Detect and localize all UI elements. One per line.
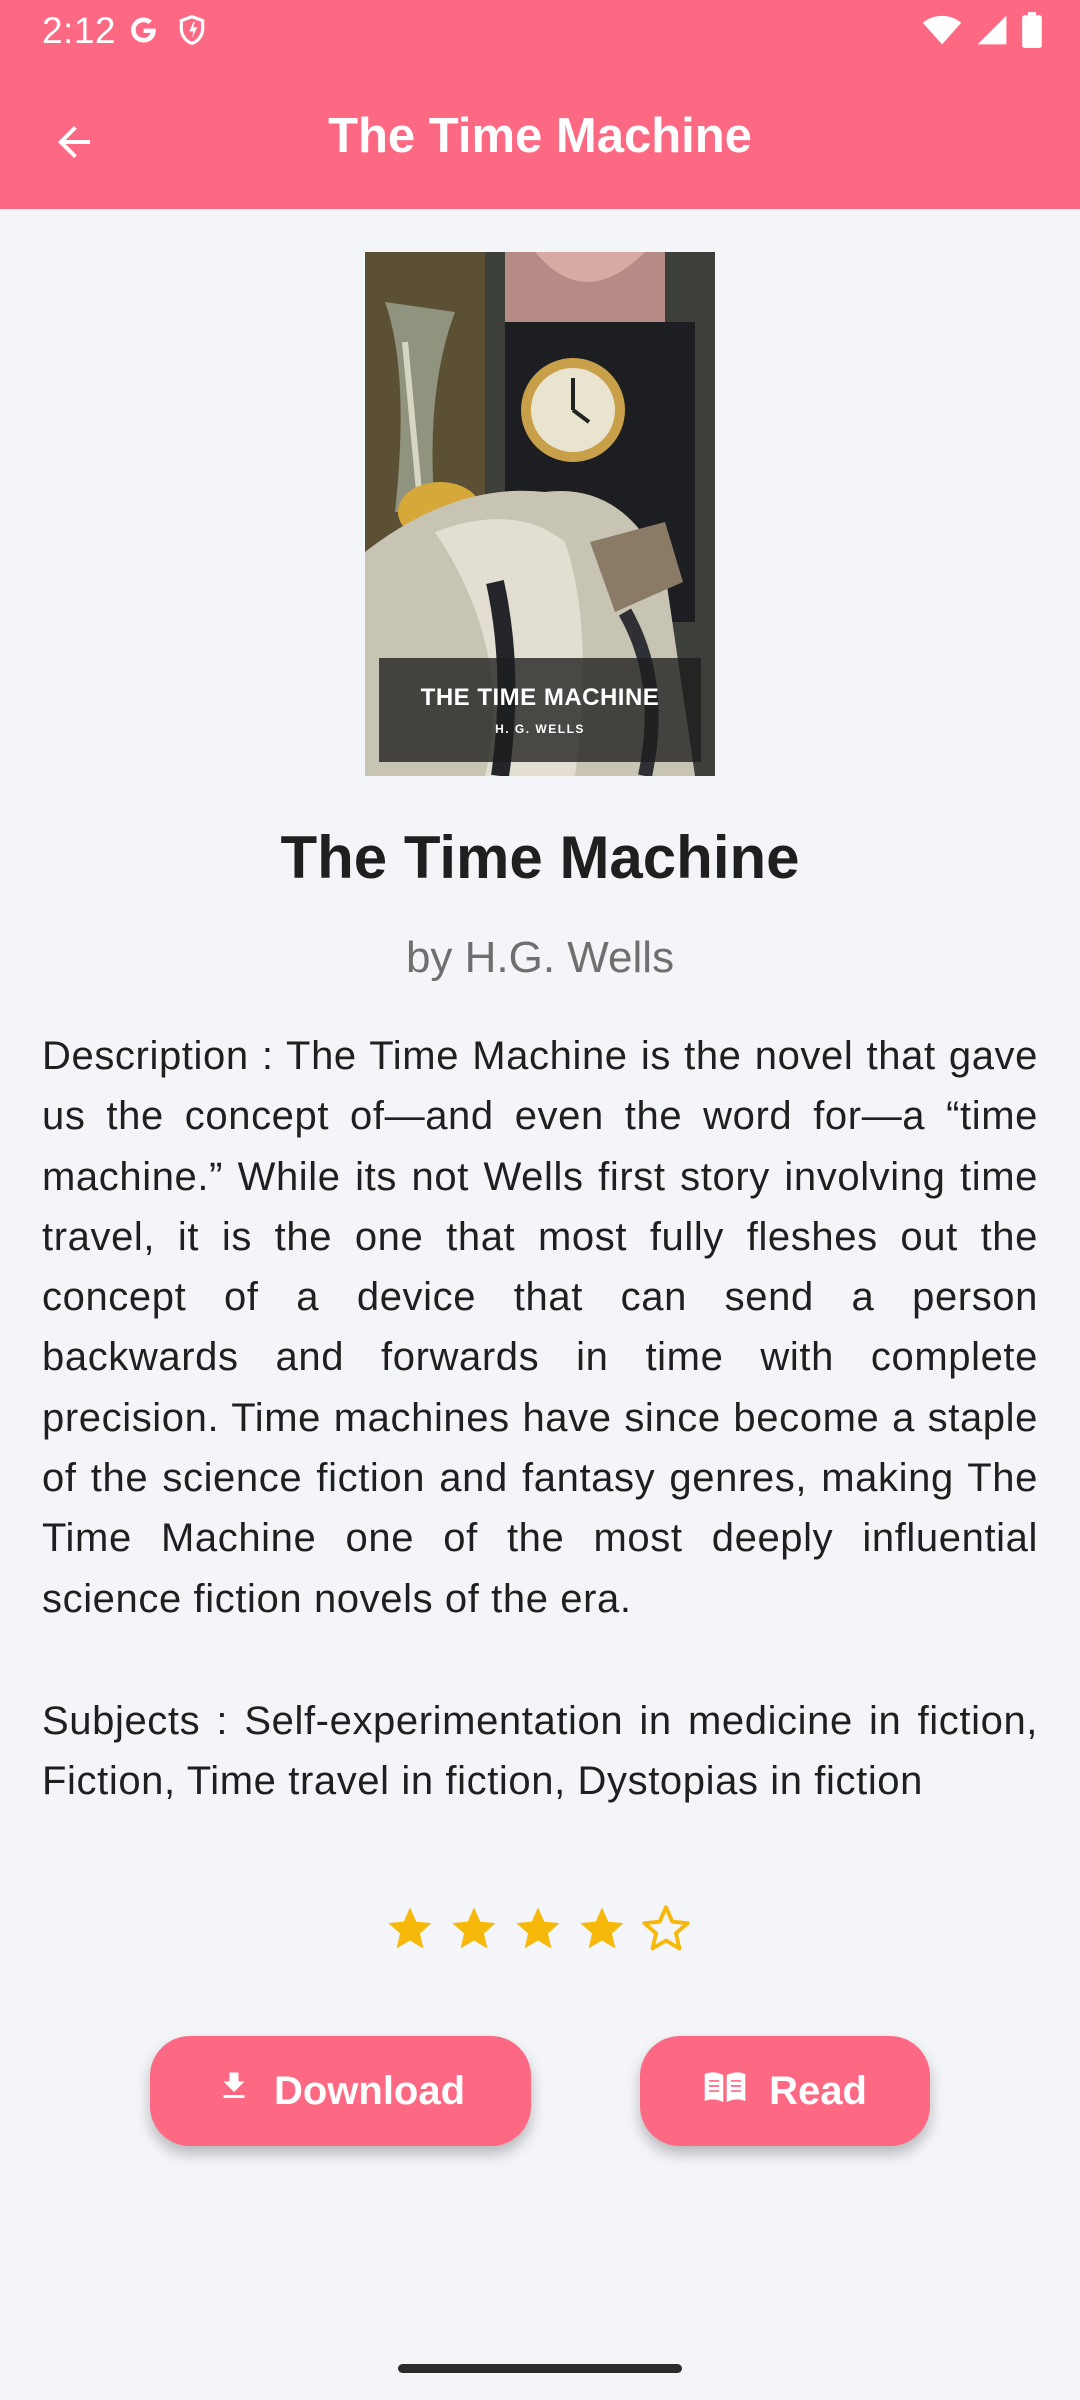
book-subjects: Subjects : Self-experimentation in medic… <box>42 1699 1038 1804</box>
book-cover-image: THE TIME MACHINE H. G. WELLS <box>365 252 715 776</box>
shield-icon <box>176 13 208 52</box>
status-right-icons <box>922 11 1042 53</box>
read-label: Read <box>769 2068 867 2113</box>
status-bar: 2:12 <box>0 0 1080 62</box>
app-bar-title: The Time Machine <box>328 109 752 163</box>
app-bar: The Time Machine <box>0 62 1080 209</box>
home-indicator[interactable] <box>398 2364 682 2373</box>
status-left-icons <box>126 12 208 52</box>
book-open-icon <box>703 2068 747 2114</box>
wifi-icon <box>922 14 962 51</box>
battery-icon <box>1022 11 1042 53</box>
book-title: The Time Machine <box>280 824 800 891</box>
cover-label: THE TIME MACHINE H. G. WELLS <box>379 658 701 762</box>
download-label: Download <box>273 2068 466 2113</box>
cover-title: THE TIME MACHINE <box>420 684 660 711</box>
star-filled-icon <box>452 1907 496 1949</box>
download-icon <box>216 2068 252 2114</box>
star-filled-icon <box>580 1907 624 1949</box>
signal-icon <box>976 14 1008 51</box>
screen: 2:12 The Time Machine THE TIME MACHINE H… <box>0 0 1080 2400</box>
google-icon <box>126 13 160 52</box>
star-rating <box>384 1903 692 1955</box>
star-empty-icon <box>642 1905 690 1951</box>
status-time: 2:12 <box>42 10 117 51</box>
download-button[interactable]: Download <box>150 2036 531 2146</box>
cover-author: H. G. WELLS <box>495 722 585 736</box>
star-filled-icon <box>516 1907 560 1949</box>
star-filled-icon <box>388 1907 432 1949</box>
book-author: by H.G. Wells <box>405 933 675 982</box>
book-description: Description : The Time Machine is the no… <box>42 1034 1038 1621</box>
read-button[interactable]: Read <box>640 2036 930 2146</box>
